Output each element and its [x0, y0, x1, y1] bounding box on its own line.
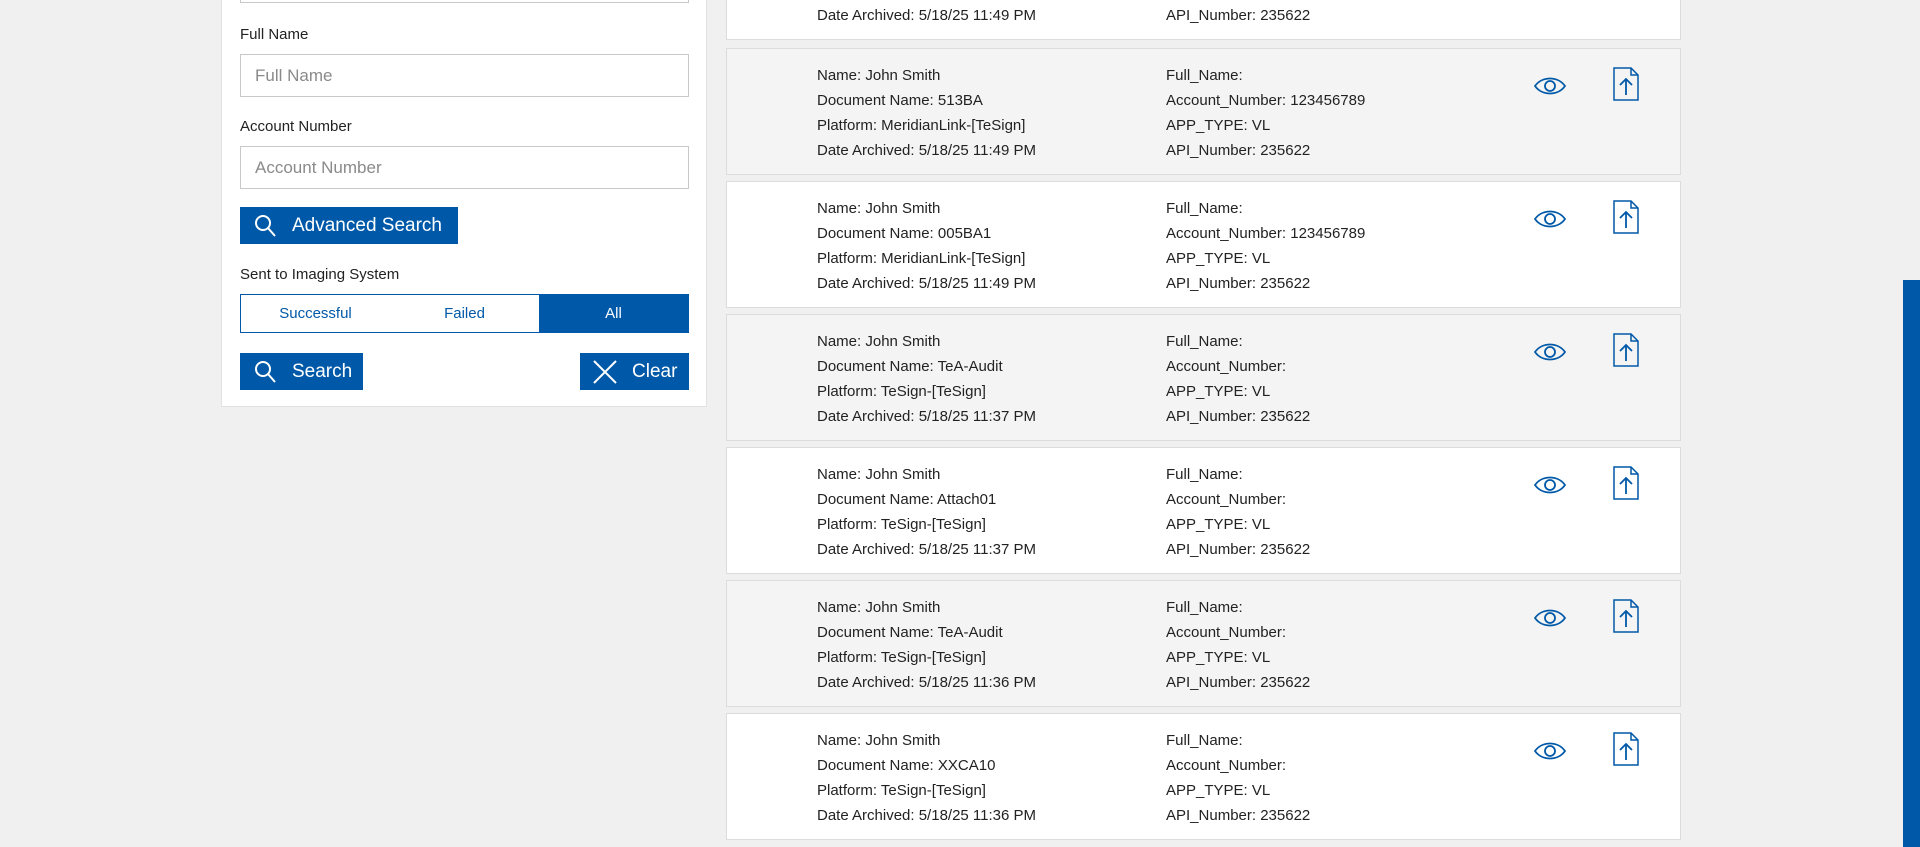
record-name: Name: John Smith — [817, 599, 941, 616]
advanced-search-button[interactable]: Advanced Search — [240, 207, 458, 244]
app-type: APP_TYPE: VL — [1166, 117, 1271, 134]
full-name: Full_Name: — [1166, 200, 1243, 217]
result-card: Name: John Smith Document Name: TeA-Audi… — [726, 314, 1681, 441]
document-name: Document Name: TeA-Audit — [817, 624, 1003, 641]
document-name: Document Name: 513BA — [817, 92, 983, 109]
app-type: APP_TYPE: VL — [1166, 250, 1271, 267]
date-archived: Date Archived: 5/18/25 11:37 PM — [817, 408, 1037, 425]
account-number-label: Account Number — [240, 118, 352, 135]
account-number: Account_Number: — [1166, 358, 1287, 375]
date-archived: Date Archived: 5/18/25 11:36 PM — [817, 674, 1037, 691]
record-name: Name: John Smith — [817, 200, 941, 217]
record-name: Name: John Smith — [817, 466, 941, 483]
search-label: Search — [292, 360, 353, 382]
magnifier-icon — [252, 213, 278, 239]
record-name: Name: John Smith — [817, 67, 941, 84]
x-icon — [592, 359, 618, 385]
app-type: APP_TYPE: VL — [1166, 649, 1271, 666]
sent-to-imaging-label: Sent to Imaging System — [240, 266, 400, 283]
app-type: APP_TYPE: VL — [1166, 782, 1271, 799]
file-upload-icon[interactable] — [1612, 599, 1640, 633]
api-number: API_Number: 235622 — [1166, 408, 1311, 425]
eye-icon[interactable] — [1533, 472, 1567, 498]
platform: Platform: TeSign-[TeSign] — [817, 383, 986, 400]
full-name: Full_Name: — [1166, 333, 1243, 350]
record-name: Name: John Smith — [817, 732, 941, 749]
filter-successful[interactable]: Successful — [241, 295, 390, 332]
platform: Platform: TeSign-[TeSign] — [817, 516, 986, 533]
platform: Platform: TeSign-[TeSign] — [817, 649, 986, 666]
file-upload-icon[interactable] — [1612, 732, 1640, 766]
result-card-partial: Date Archived: 5/18/25 11:49 PM API_Numb… — [726, 0, 1681, 40]
date-archived: Date Archived: 5/18/25 11:49 PM — [817, 275, 1037, 292]
clear-button[interactable]: Clear — [580, 353, 689, 390]
document-name: Document Name: TeA-Audit — [817, 358, 1003, 375]
magnifier-icon — [252, 359, 278, 385]
account-number: Account_Number: — [1166, 624, 1287, 641]
imaging-status-filter: Successful Failed All — [240, 294, 689, 333]
document-name: Document Name: 005BA1 — [817, 225, 992, 242]
api-number: API_Number: 235622 — [1166, 142, 1311, 159]
result-card: Name: John Smith Document Name: XXCA10 P… — [726, 713, 1681, 840]
file-upload-icon[interactable] — [1612, 200, 1640, 234]
document-name: Document Name: XXCA10 — [817, 757, 996, 774]
search-panel: Full Name Account Number Advanced Search… — [221, 0, 707, 407]
app-type: APP_TYPE: VL — [1166, 383, 1271, 400]
date-archived: Date Archived: 5/18/25 11:37 PM — [817, 541, 1037, 558]
result-card: Name: John Smith Document Name: TeA-Audi… — [726, 580, 1681, 707]
clear-label: Clear — [632, 360, 678, 382]
api-number: API_Number: 235622 — [1166, 541, 1311, 558]
platform: Platform: MeridianLink-[TeSign] — [817, 250, 1026, 267]
file-upload-icon[interactable] — [1612, 333, 1640, 367]
eye-icon[interactable] — [1533, 605, 1567, 631]
account-number: Account_Number: — [1166, 757, 1287, 774]
filter-failed[interactable]: Failed — [390, 295, 539, 332]
full-name: Full_Name: — [1166, 67, 1243, 84]
account-number: Account_Number: 123456789 — [1166, 92, 1366, 109]
date-archived: Date Archived: 5/18/25 11:36 PM — [817, 807, 1037, 824]
api-number: API_Number: 235622 — [1166, 807, 1311, 824]
app-type: APP_TYPE: VL — [1166, 516, 1271, 533]
partial-input-field[interactable] — [240, 0, 689, 3]
account-number: Account_Number: — [1166, 491, 1287, 508]
platform: Platform: MeridianLink-[TeSign] — [817, 117, 1026, 134]
full-name: Full_Name: — [1166, 732, 1243, 749]
date-archived: Date Archived: 5/18/25 11:49 PM — [817, 7, 1037, 24]
account-number: Account_Number: 123456789 — [1166, 225, 1366, 242]
eye-icon[interactable] — [1533, 738, 1567, 764]
file-upload-icon[interactable] — [1612, 67, 1640, 101]
full-name-input[interactable] — [240, 54, 689, 97]
full-name: Full_Name: — [1166, 599, 1243, 616]
advanced-search-label: Advanced Search — [292, 214, 442, 236]
platform: Platform: TeSign-[TeSign] — [817, 782, 986, 799]
record-name: Name: John Smith — [817, 333, 941, 350]
filter-all[interactable]: All — [539, 295, 688, 332]
eye-icon[interactable] — [1533, 339, 1567, 365]
account-number-input[interactable] — [240, 146, 689, 189]
api-number: API_Number: 235622 — [1166, 275, 1311, 292]
eye-icon[interactable] — [1533, 206, 1567, 232]
date-archived: Date Archived: 5/18/25 11:49 PM — [817, 142, 1037, 159]
eye-icon[interactable] — [1533, 73, 1567, 99]
full-name-label: Full Name — [240, 26, 309, 43]
result-card: Name: John Smith Document Name: Attach01… — [726, 447, 1681, 574]
full-name: Full_Name: — [1166, 466, 1243, 483]
api-number: API_Number: 235622 — [1166, 7, 1311, 24]
document-name: Document Name: Attach01 — [817, 491, 997, 508]
result-card: Name: John Smith Document Name: 005BA1 P… — [726, 181, 1681, 308]
api-number: API_Number: 235622 — [1166, 674, 1311, 691]
scrollbar-thumb[interactable] — [1903, 280, 1920, 847]
file-upload-icon[interactable] — [1612, 466, 1640, 500]
result-card: Name: John Smith Document Name: 513BA Pl… — [726, 48, 1681, 175]
search-button[interactable]: Search — [240, 353, 363, 390]
